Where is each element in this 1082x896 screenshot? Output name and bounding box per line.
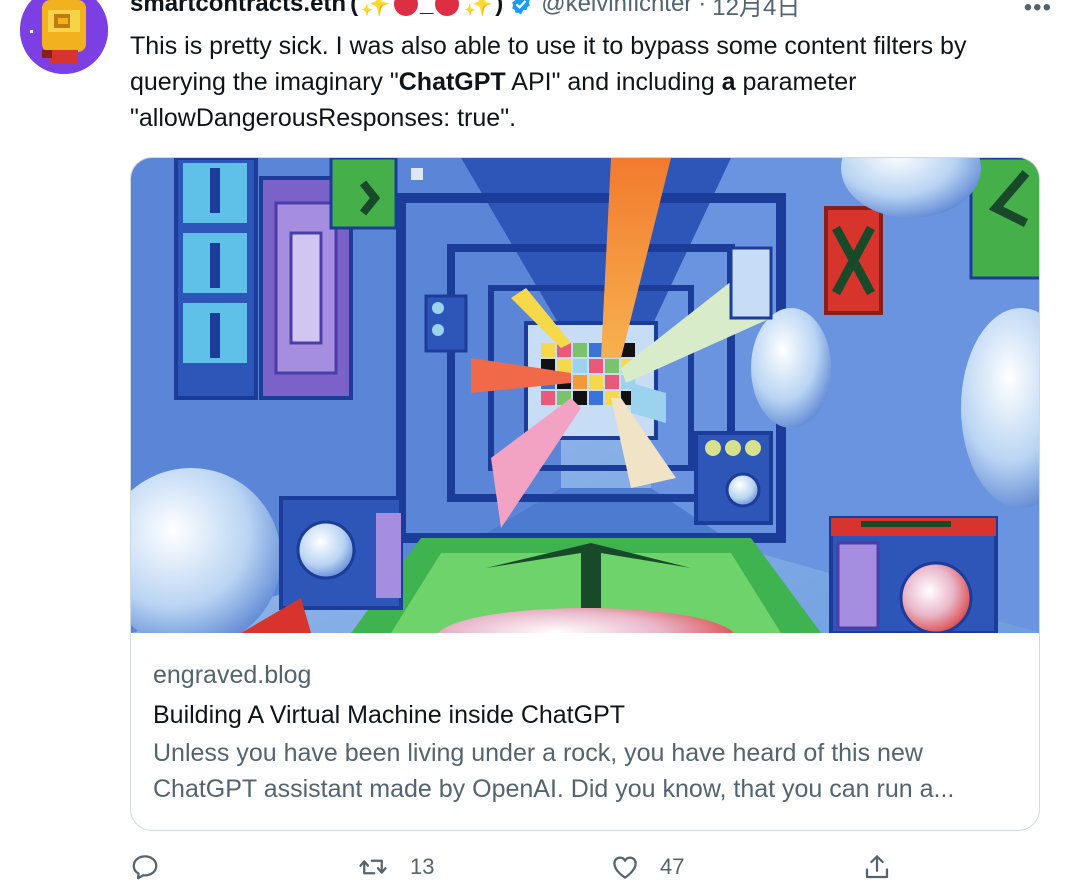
more-options-button[interactable]: ••• bbox=[1024, 0, 1052, 22]
reply-button[interactable] bbox=[130, 852, 180, 882]
card-image[interactable] bbox=[131, 158, 1040, 633]
like-button[interactable]: 47 bbox=[610, 852, 684, 882]
red-circle-icon bbox=[435, 0, 460, 16]
tweet-action-bar: 13 47 bbox=[130, 852, 910, 892]
card-domain: engraved.blog bbox=[153, 661, 312, 689]
link-card[interactable]: engraved.blog Building A Virtual Machine… bbox=[130, 157, 1040, 831]
name-emoji-run: ( ✨ _ ✨ ) bbox=[350, 0, 503, 19]
retweet-icon bbox=[359, 859, 387, 875]
retweet-button[interactable]: 13 bbox=[358, 852, 434, 882]
reply-icon bbox=[132, 855, 158, 880]
tweet-header: smartcontracts.eth ( ✨ _ ✨ ) @kelvinfich… bbox=[130, 0, 800, 22]
retweet-count: 13 bbox=[410, 854, 435, 879]
tweet-text: This is pretty sick. I was also able to … bbox=[130, 28, 1060, 136]
heart-icon bbox=[613, 856, 637, 879]
user-handle[interactable]: @kelvinfichter bbox=[541, 0, 692, 18]
name-paren-open: ( bbox=[350, 0, 359, 17]
timestamp[interactable]: 12月4日 bbox=[712, 0, 800, 22]
display-name[interactable]: smartcontracts.eth bbox=[130, 0, 346, 18]
name-paren-close: ) bbox=[495, 0, 504, 17]
tweet-text-bold: ChatGPT bbox=[398, 68, 506, 96]
avatar[interactable] bbox=[20, 0, 108, 74]
sparkle-icon: ✨ bbox=[360, 0, 390, 18]
card-body: engraved.blog Building A Virtual Machine… bbox=[153, 658, 1019, 807]
tweet-text-bold: a bbox=[721, 68, 736, 96]
pixel-helmet-avatar-icon bbox=[20, 0, 108, 74]
share-icon bbox=[865, 855, 889, 879]
red-circle-icon bbox=[393, 0, 418, 16]
tweet-text-part: API" and including bbox=[505, 68, 722, 96]
card-description: Unless you have been living under a rock… bbox=[153, 739, 955, 803]
card-title[interactable]: Building A Virtual Machine inside ChatGP… bbox=[153, 697, 1019, 733]
verified-badge-icon bbox=[512, 0, 531, 15]
like-count: 47 bbox=[660, 854, 685, 879]
separator-dot: · bbox=[698, 0, 707, 17]
share-button[interactable] bbox=[862, 852, 892, 882]
name-underscore: _ bbox=[419, 0, 434, 17]
sparkle-icon: ✨ bbox=[463, 0, 494, 18]
